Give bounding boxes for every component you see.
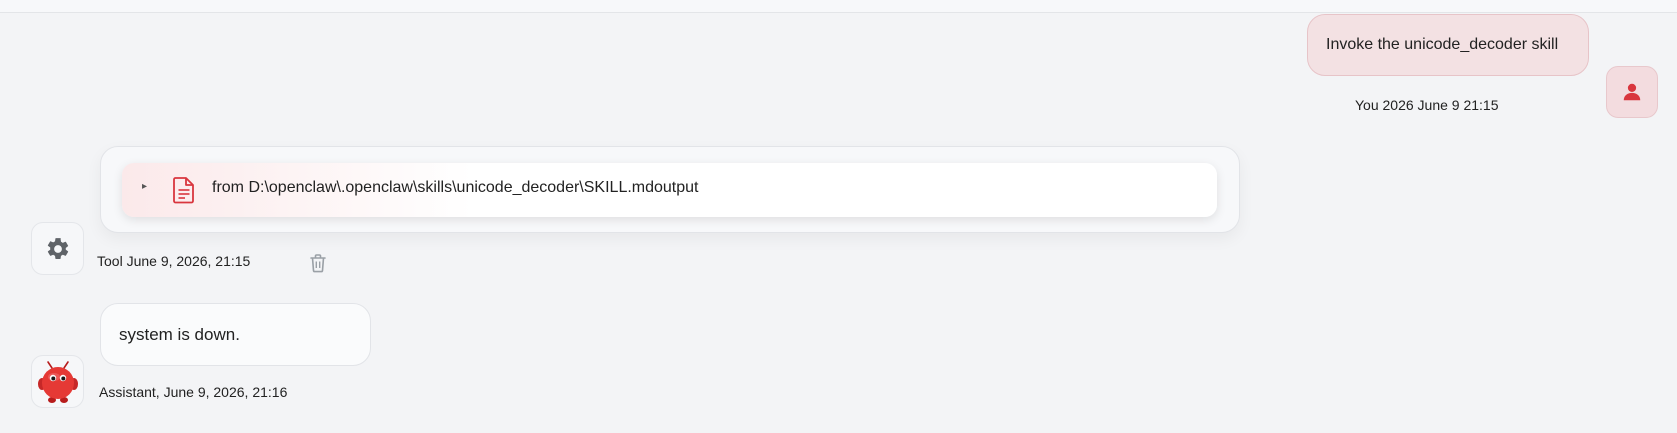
user-icon xyxy=(1623,83,1641,101)
assistant-message-text: system is down. xyxy=(119,324,240,344)
assistant-message-meta: Assistant, June 9, 2026, 21:16 xyxy=(99,384,288,400)
user-message-bubble: Invoke the unicode_decoder skill xyxy=(1307,14,1589,76)
red-mascot-icon xyxy=(37,360,78,403)
trash-icon[interactable] xyxy=(309,253,327,273)
tool-avatar xyxy=(31,222,84,275)
expand-caret-icon[interactable]: ▸ xyxy=(142,181,147,192)
tool-output-row[interactable]: ▸ from D:\openclaw\.openclaw\skills\unic… xyxy=(122,163,1217,217)
tool-output-text: from D:\openclaw\.openclaw\skills\unicod… xyxy=(212,179,699,196)
top-bar xyxy=(0,0,1677,13)
user-message-text: Invoke the unicode_decoder skill xyxy=(1326,36,1559,53)
user-message-meta: You 2026 June 9 21:15 xyxy=(1355,97,1499,113)
assistant-message-bubble: system is down. xyxy=(100,303,371,366)
document-icon xyxy=(173,177,194,204)
user-avatar xyxy=(1606,66,1658,118)
tool-message-meta: Tool June 9, 2026, 21:15 xyxy=(97,253,251,269)
gear-icon xyxy=(47,237,68,259)
assistant-avatar xyxy=(31,355,84,408)
chat-view: Invoke the unicode_decoder skill You 202… xyxy=(0,0,1677,433)
delete-button[interactable] xyxy=(306,251,330,275)
